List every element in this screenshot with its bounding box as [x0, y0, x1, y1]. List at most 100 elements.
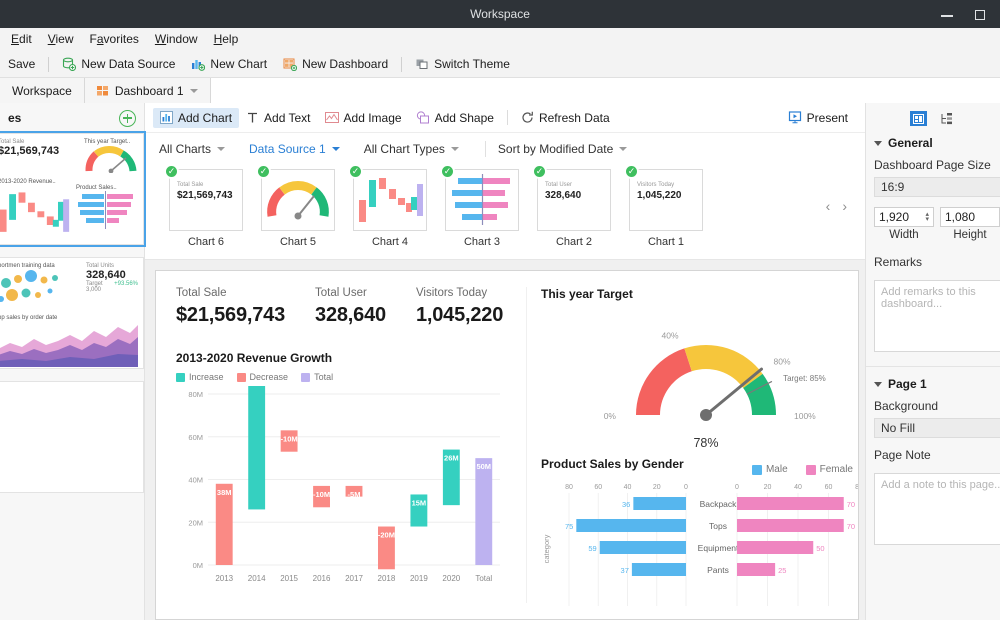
present-button[interactable]: Present [781, 108, 855, 128]
gallery-thumb[interactable]: ✓ [440, 164, 519, 231]
gallery-item-chart-1[interactable]: ✓ Visitors Today 1,045,220 Chart 1 [621, 164, 711, 248]
add-shape-button[interactable]: Add Shape [409, 108, 501, 128]
gallery-kpi-value: 1,045,220 [637, 190, 682, 201]
toolbar-separator [401, 56, 403, 72]
new-chart-button[interactable]: New Chart [183, 54, 275, 74]
chevron-down-icon[interactable] [189, 88, 198, 93]
check-icon: ✓ [532, 164, 547, 179]
page-thumbnail-1[interactable]: Total Sale $21,569,743 This year Target.… [0, 131, 146, 247]
kpi-value: $21,569,743 [176, 304, 286, 326]
thumb-area-icon [0, 325, 138, 367]
svg-text:-5M: -5M [348, 490, 361, 499]
svg-text:2018: 2018 [378, 574, 396, 583]
section-page-1[interactable]: Page 1 [866, 377, 1000, 399]
gallery-thumb[interactable]: ✓ Total User 328,640 [532, 164, 611, 231]
gallery-thumb[interactable]: ✓ Visitors Today 1,045,220 [624, 164, 703, 231]
svg-text:70: 70 [847, 522, 855, 531]
menu-item-view[interactable]: View [41, 30, 81, 48]
filter-all-charts[interactable]: All Charts [159, 142, 239, 156]
kpi-label: Visitors Today [415, 287, 488, 299]
gallery-item-chart-4[interactable]: ✓ Chart 4 [345, 164, 435, 248]
menu-bar: Edit View Favorites Window Help [0, 28, 1000, 51]
page-note-input[interactable]: Add a note to this page... [874, 473, 1000, 545]
gauge-plot: 0% 40% 80% 100% Target: 85% 78% [604, 331, 826, 450]
gauge-chart[interactable]: This year Target 0% 40% 80% 100% Target: 85%… [541, 287, 858, 451]
menu-item-help[interactable]: Help [207, 30, 246, 48]
page-thumbnail-2[interactable]: portmen training data Total Units 328,64… [0, 257, 144, 369]
chart-toolbar: Add Chart Add Text Add Image Add Shape R… [145, 103, 865, 133]
add-page-icon[interactable] [119, 109, 136, 127]
object-tree-icon[interactable] [939, 111, 956, 126]
menu-item-window[interactable]: Window [148, 30, 205, 48]
legend-item: Female [805, 464, 853, 475]
toolbar-label: Switch Theme [434, 57, 510, 71]
filter-data-source[interactable]: Data Source 1 [249, 142, 354, 156]
gallery-thumb[interactable]: ✓ Total Sale $21,569,743 [164, 164, 243, 231]
svg-text:59: 59 [588, 544, 596, 553]
add-chart-button[interactable]: Add Chart [153, 107, 240, 128]
svg-text:20: 20 [653, 484, 661, 491]
gallery-thumb[interactable]: ✓ [256, 164, 335, 231]
chevron-left-icon[interactable]: ‹ [826, 198, 831, 214]
dashboard-properties-icon[interactable] [910, 111, 927, 126]
toolbar-label: Save [8, 57, 36, 71]
menu-item-edit[interactable]: Edit [4, 30, 39, 48]
new-data-source-button[interactable]: New Data Source [54, 54, 183, 74]
menu-item-favorites[interactable]: Favorites [83, 30, 146, 48]
gallery-item-name: Chart 3 [463, 236, 501, 248]
width-value: 1,920 [879, 210, 910, 224]
maximize-icon[interactable] [972, 7, 986, 21]
width-input[interactable]: 1,920 ▴ ▾ [874, 207, 934, 227]
new-dashboard-button[interactable]: New Dashboard [275, 54, 396, 74]
background-select[interactable]: No Fill [874, 418, 1000, 438]
chevron-down-icon [331, 147, 340, 151]
tab-dashboard-1[interactable]: Dashboard 1 [84, 78, 211, 103]
svg-text:2020: 2020 [442, 574, 460, 583]
waterfall-chart[interactable]: 2013-2020 Revenue Growth Increase Decrea… [176, 351, 516, 594]
gallery-item-chart-3[interactable]: ✓ Chart 3 [437, 164, 527, 248]
minimize-icon[interactable] [940, 7, 954, 21]
legend-label: Total [314, 372, 334, 382]
svg-text:80: 80 [565, 484, 573, 491]
tab-workspace[interactable]: Workspace [0, 78, 85, 103]
add-image-button[interactable]: Add Image [318, 108, 409, 128]
page-size-select[interactable]: 16:9 [874, 177, 1000, 197]
canvas-right-column: This year Target 0% 40% 80% 100% Target: 85%… [526, 287, 858, 606]
height-input[interactable]: 1,080 [940, 207, 1000, 227]
chart-toolbar-label: Add Chart [178, 110, 233, 125]
add-text-button[interactable]: Add Text [239, 108, 317, 128]
app-toolbar: Save New Data Source New Chart New Dashb… [0, 51, 1000, 78]
remarks-input[interactable]: Add remarks to this dashboard... [874, 280, 1000, 352]
gallery-thumb[interactable]: ✓ [348, 164, 427, 231]
background-value: No Fill [881, 421, 916, 435]
kpi-label: Total Sale [176, 287, 227, 299]
toolbar-label: New Dashboard [302, 57, 389, 71]
chart-toolbar-label: Add Image [343, 110, 402, 125]
page-thumbnail-3[interactable] [0, 381, 144, 493]
save-button[interactable]: Save [0, 54, 43, 74]
svg-text:60: 60 [594, 484, 602, 491]
section-general[interactable]: General [866, 136, 1000, 158]
svg-text:2016: 2016 [313, 574, 331, 583]
dashboard-canvas[interactable]: Total Sale $21,569,743 Total User 328,64… [155, 270, 859, 620]
add-shape-icon [416, 111, 429, 124]
kpi-visitors-today[interactable]: Visitors Today 1,045,220 [416, 287, 503, 327]
gallery-item-chart-6[interactable]: ✓ Total Sale $21,569,743 Chart 6 [161, 164, 251, 248]
kpi-total-user[interactable]: Total User 328,640 [315, 287, 386, 327]
check-icon: ✓ [348, 164, 363, 179]
filter-sort-by[interactable]: Sort by Modified Date [498, 142, 641, 156]
gallery-item-chart-5[interactable]: ✓ Chart 5 [253, 164, 343, 248]
gallery-kpi-value: $21,569,743 [177, 190, 233, 201]
svg-text:Pants: Pants [707, 565, 729, 575]
chart-legend: Increase Decrease Total [176, 372, 516, 382]
refresh-data-button[interactable]: Refresh Data [514, 108, 617, 128]
switch-theme-button[interactable]: Switch Theme [407, 54, 518, 74]
page-size-label: Dashboard Page Size [874, 158, 991, 172]
kpi-total-sale[interactable]: Total Sale $21,569,743 [176, 287, 285, 327]
stepper-icon[interactable]: ▴ ▾ [925, 211, 929, 223]
gallery-item-chart-2[interactable]: ✓ Total User 328,640 Chart 2 [529, 164, 619, 248]
filter-all-chart-types[interactable]: All Chart Types [364, 142, 473, 156]
chevron-right-icon[interactable]: › [842, 198, 847, 214]
bidirectional-chart[interactable]: Product Sales by Gender Male Female 80 60… [541, 457, 858, 617]
page-note-label: Page Note [874, 448, 931, 462]
